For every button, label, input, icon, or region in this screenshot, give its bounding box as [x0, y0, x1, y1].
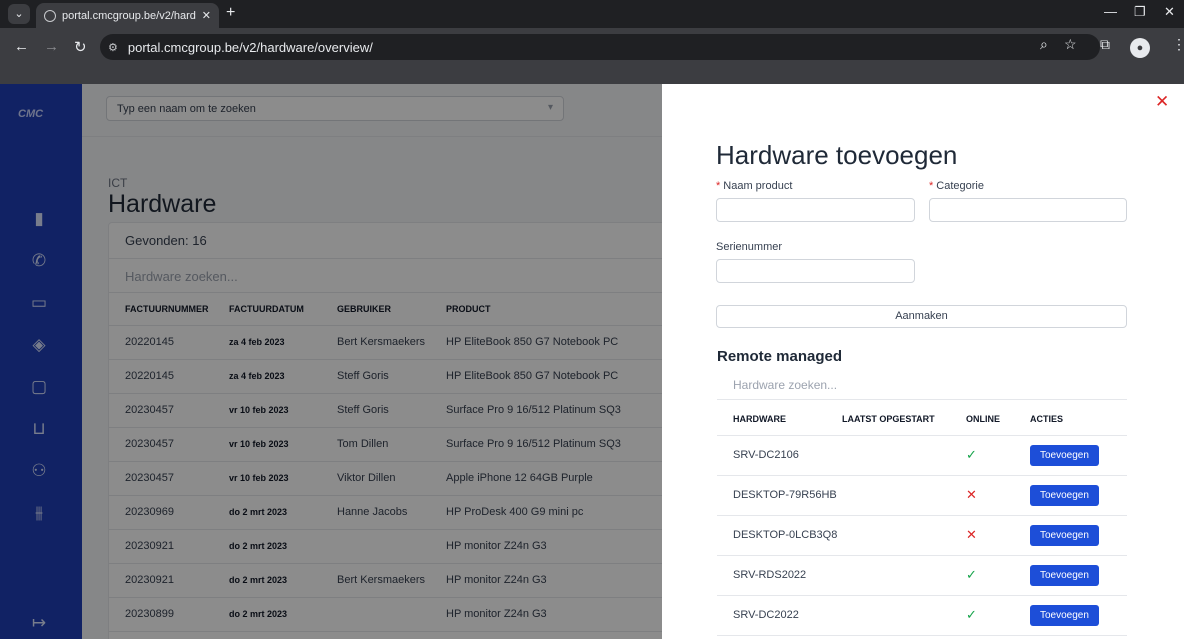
hardware-name: SRV-RDS2022: [717, 555, 842, 596]
new-tab-button[interactable]: +: [226, 4, 235, 22]
forward-icon[interactable]: →: [44, 38, 59, 55]
required-mark: *: [716, 180, 721, 192]
x-icon: ✕: [966, 527, 977, 542]
tab-search-button[interactable]: ⌄: [8, 4, 30, 24]
table-row: DESKTOP-0LCB3Q8 ✕ Toevoegen: [717, 515, 1127, 556]
last-boot: [842, 475, 966, 516]
category-field[interactable]: [929, 198, 1127, 222]
add-button[interactable]: Toevoegen: [1030, 604, 1099, 626]
remote-search-input[interactable]: Hardware zoeken...: [717, 370, 1127, 400]
serial-label: Serienummer: [716, 241, 783, 253]
create-button[interactable]: Aanmaken: [716, 305, 1127, 328]
close-icon[interactable]: ✕: [1155, 92, 1169, 112]
name-label: * Naam product: [716, 180, 792, 192]
check-circle-icon: ✓: [966, 567, 977, 582]
url-text: portal.cmcgroup.be/v2/hardware/overview/: [127, 39, 373, 55]
serial-number-field[interactable]: [716, 259, 915, 283]
address-bar-area: ← → ↻ ⚙ portal.cmcgroup.be/v2/hardware/o…: [0, 28, 1184, 84]
last-boot: [842, 595, 966, 636]
hardware-name: DESKTOP-79R56HB: [717, 475, 842, 516]
globe-icon: [44, 9, 56, 22]
last-boot: [842, 515, 966, 556]
tab-close-icon[interactable]: ✕: [202, 9, 211, 22]
add-button[interactable]: Toevoegen: [1030, 484, 1099, 506]
remote-managed-table: HARDWARE LAATST OPGESTART ONLINE ACTIES …: [717, 403, 1127, 636]
reload-icon[interactable]: ↻: [74, 38, 87, 56]
remote-search-placeholder: Hardware zoeken...: [733, 378, 838, 392]
hardware-name: SRV-DC2022: [717, 595, 842, 636]
table-row: DESKTOP-79R56HB ✕ Toevoegen: [717, 475, 1127, 516]
product-name-field[interactable]: [716, 198, 915, 222]
drawer-title: Hardware toevoegen: [716, 140, 958, 170]
zoom-icon[interactable]: ⌕: [1040, 36, 1048, 53]
check-circle-icon: ✓: [966, 607, 977, 622]
table-header-row: HARDWARE LAATST OPGESTART ONLINE ACTIES: [717, 403, 1127, 436]
category-label: * Categorie: [929, 180, 984, 192]
window-close-icon[interactable]: ✕: [1164, 4, 1175, 20]
last-boot: [842, 435, 966, 476]
site-settings-icon[interactable]: ⚙: [108, 41, 118, 54]
table-row: SRV-DC2106 ✓ Toevoegen: [717, 435, 1127, 476]
profile-avatar-icon[interactable]: ●: [1130, 38, 1150, 58]
extensions-icon[interactable]: ⧉: [1100, 36, 1110, 53]
app: CMC ▮ ✆ ▭ ◈ ▢ ⊔ ⚇ ⫵ ↦ Typ een naam om te…: [0, 84, 1184, 639]
add-hardware-drawer: ✕ Hardware toevoegen * Naam product * Cate…: [662, 84, 1184, 639]
restore-icon[interactable]: ❐: [1134, 4, 1146, 20]
hardware-name: SRV-DC2106: [717, 435, 842, 476]
modal-backdrop[interactable]: [0, 84, 662, 639]
name-label-text: Naam product: [723, 180, 793, 192]
x-icon: ✕: [966, 487, 977, 502]
add-button[interactable]: Toevoegen: [1030, 444, 1099, 466]
add-button[interactable]: Toevoegen: [1030, 524, 1099, 546]
column-header[interactable]: LAATST OPGESTART: [842, 403, 966, 436]
browser-menu-icon[interactable]: ⋮: [1172, 36, 1184, 53]
column-header[interactable]: ONLINE: [966, 403, 1030, 436]
add-button[interactable]: Toevoegen: [1030, 564, 1099, 586]
column-header[interactable]: HARDWARE: [717, 403, 842, 436]
minimize-icon[interactable]: —: [1104, 4, 1117, 19]
bookmark-star-icon[interactable]: ☆: [1064, 36, 1077, 53]
category-label-text: Categorie: [936, 180, 984, 192]
browser-tab[interactable]: portal.cmcgroup.be/v2/hardwa ✕: [36, 3, 219, 28]
table-row: SRV-RDS2022 ✓ Toevoegen: [717, 555, 1127, 596]
browser-tab-bar: ⌄ portal.cmcgroup.be/v2/hardwa ✕ + — ❐ ✕: [0, 0, 1184, 28]
hardware-name: DESKTOP-0LCB3Q8: [717, 515, 842, 556]
back-icon[interactable]: ←: [14, 38, 29, 55]
column-header[interactable]: ACTIES: [1030, 403, 1127, 436]
check-circle-icon: ✓: [966, 447, 977, 462]
required-mark: *: [929, 180, 934, 192]
tab-title: portal.cmcgroup.be/v2/hardwa: [62, 9, 196, 22]
last-boot: [842, 555, 966, 596]
url-field[interactable]: ⚙ portal.cmcgroup.be/v2/hardware/overvie…: [100, 34, 1100, 60]
table-row: SRV-DC2022 ✓ Toevoegen: [717, 595, 1127, 636]
remote-managed-title: Remote managed: [717, 348, 843, 365]
